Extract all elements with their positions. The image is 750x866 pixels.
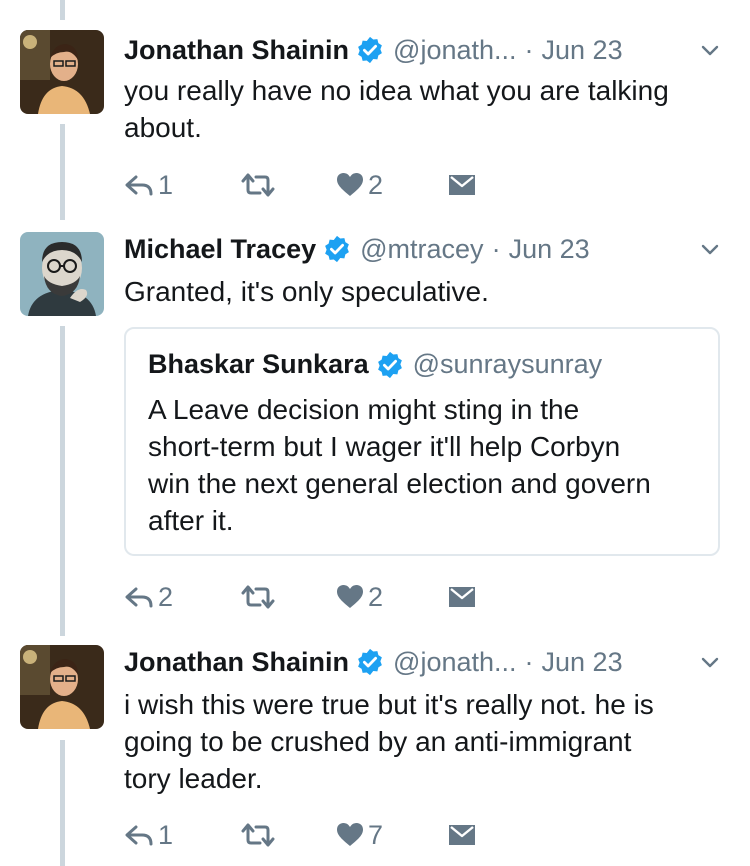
like-button[interactable]: 7 [336, 815, 383, 855]
reply-icon [125, 587, 153, 608]
author-name[interactable]: Jonathan Shainin [124, 35, 349, 66]
like-count: 7 [368, 819, 384, 850]
reply-button[interactable]: 2 [124, 577, 173, 617]
reply-button[interactable]: 1 [124, 165, 173, 205]
tweet-header: Michael Tracey @mtracey · Jun 23 [124, 229, 590, 269]
tweet-text: i wish this were true but it's really no… [124, 689, 654, 794]
quoted-author-name: Bhaskar Sunkara [148, 349, 369, 379]
reply-count: 2 [158, 581, 174, 612]
reply-count: 1 [158, 169, 174, 200]
separator-dot: · [524, 646, 534, 677]
direct-message-button[interactable] [448, 577, 476, 617]
tweet[interactable]: Jonathan Shainin @jonath... · Jun 23 i w… [0, 642, 750, 862]
author-handle[interactable]: @mtracey [360, 234, 483, 265]
direct-message-button[interactable] [448, 165, 476, 205]
reply-count: 1 [158, 819, 174, 850]
retweet-icon [241, 585, 275, 609]
retweet-icon [241, 823, 275, 847]
tweet-text: Granted, it's only speculative. [124, 276, 489, 307]
verified-badge-icon [355, 35, 385, 65]
quoted-tweet-text: A Leave decision might sting in the shor… [148, 394, 651, 536]
reply-icon [125, 825, 153, 846]
reply-icon [125, 175, 153, 196]
quoted-tweet-header: Bhaskar Sunkara @sunraysunray [148, 349, 602, 380]
chevron-down-icon[interactable] [698, 38, 722, 62]
direct-message-button[interactable] [448, 815, 476, 855]
tweet-date[interactable]: Jun 23 [542, 647, 623, 678]
retweet-button[interactable] [240, 815, 276, 855]
quoted-author-handle: @sunraysunray [412, 349, 603, 379]
like-button[interactable]: 2 [336, 165, 383, 205]
tweet[interactable]: Jonathan Shainin @jonath... · Jun 23 you… [0, 30, 750, 210]
direct-message-icon [449, 587, 475, 607]
avatar-photo [20, 30, 104, 114]
like-count: 2 [368, 581, 384, 612]
avatar[interactable] [20, 645, 104, 729]
retweet-button[interactable] [240, 165, 276, 205]
chevron-down-icon[interactable] [698, 237, 722, 261]
separator-dot: · [524, 34, 534, 65]
author-handle[interactable]: @jonath... [393, 35, 516, 66]
quoted-tweet[interactable]: Bhaskar Sunkara @sunraysunray A Leave de… [124, 327, 720, 556]
author-name[interactable]: Jonathan Shainin [124, 647, 349, 678]
avatar[interactable] [20, 30, 104, 114]
like-icon [337, 173, 363, 196]
direct-message-icon [449, 175, 475, 195]
like-icon [337, 585, 363, 608]
verified-badge-icon [355, 647, 385, 677]
separator-dot: · [491, 233, 501, 264]
tweet-date[interactable]: Jun 23 [509, 234, 590, 265]
retweet-button[interactable] [240, 577, 276, 617]
chevron-down-icon[interactable] [698, 650, 722, 674]
like-button[interactable]: 2 [336, 577, 383, 617]
author-name[interactable]: Michael Tracey [124, 234, 316, 265]
reply-button[interactable]: 1 [124, 815, 173, 855]
tweet-header: Jonathan Shainin @jonath... · Jun 23 [124, 30, 623, 70]
verified-badge-icon [375, 350, 405, 380]
direct-message-icon [449, 825, 475, 845]
author-handle[interactable]: @jonath... [393, 647, 516, 678]
like-count: 2 [368, 169, 384, 200]
avatar-photo [20, 645, 104, 729]
like-icon [337, 823, 363, 846]
thread-line [60, 0, 65, 20]
tweet-text: you really have no idea what you are tal… [124, 75, 669, 143]
verified-badge-icon [322, 234, 352, 264]
retweet-icon [241, 173, 275, 197]
avatar-illustration [20, 232, 104, 316]
tweet-header: Jonathan Shainin @jonath... · Jun 23 [124, 642, 623, 682]
avatar[interactable] [20, 232, 104, 316]
tweet-date[interactable]: Jun 23 [542, 35, 623, 66]
tweet[interactable]: Michael Tracey @mtracey · Jun 23 Granted… [0, 229, 750, 619]
